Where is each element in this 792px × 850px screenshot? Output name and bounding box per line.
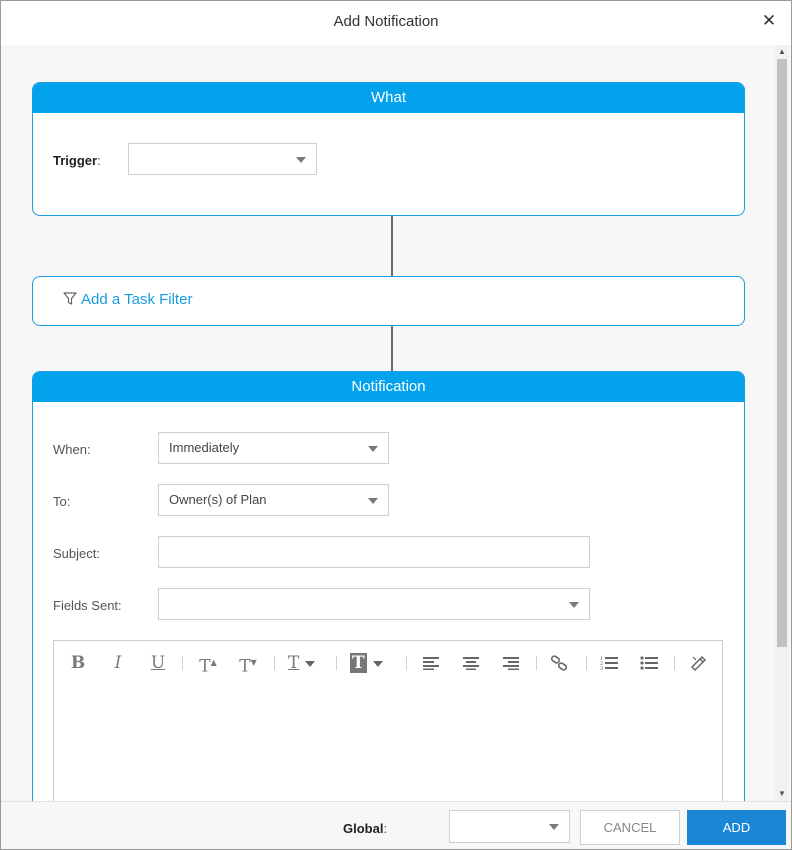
message-editor[interactable]: B I U T▲ T▼ T T 1 2 3: [53, 640, 723, 801]
when-select[interactable]: Immediately: [158, 432, 389, 464]
toolbar-separator: [182, 656, 183, 670]
dialog-title: Add Notification: [333, 13, 439, 30]
when-label: When:: [53, 442, 91, 457]
link-icon[interactable]: [550, 653, 568, 673]
subject-input[interactable]: [158, 536, 590, 568]
trigger-select[interactable]: [128, 143, 317, 175]
toolbar-separator: [586, 656, 587, 670]
what-panel-header: What: [33, 83, 744, 113]
task-filter-panel: Add a Task Filter: [32, 276, 745, 326]
cancel-button[interactable]: CANCEL: [580, 810, 680, 845]
chevron-down-icon: [368, 446, 378, 452]
global-label-text: Global: [343, 821, 384, 836]
align-left-icon[interactable]: [422, 653, 440, 673]
dialog-titlebar: Add Notification ✕: [1, 1, 791, 45]
text-color-icon[interactable]: T: [288, 653, 328, 673]
toolbar-separator: [536, 656, 537, 670]
flow-connector-2: [391, 326, 393, 371]
global-label-colon: :: [383, 821, 388, 836]
toolbar-separator: [336, 656, 337, 670]
underline-icon[interactable]: U: [148, 653, 168, 673]
chevron-down-icon: [368, 498, 378, 504]
subject-label: Subject:: [53, 546, 100, 561]
scroll-down-icon[interactable]: ▼: [775, 787, 789, 801]
filter-icon: [63, 292, 77, 305]
chevron-down-icon: [372, 660, 383, 667]
global-label: Global:: [343, 821, 387, 836]
italic-icon[interactable]: I: [108, 653, 128, 673]
subscript-icon[interactable]: T▼: [236, 653, 260, 677]
fields-sent-select[interactable]: [158, 588, 590, 620]
chevron-down-icon: [305, 660, 316, 667]
toolbar-separator: [674, 656, 675, 670]
to-select[interactable]: Owner(s) of Plan: [158, 484, 389, 516]
to-select-value: Owner(s) of Plan: [169, 492, 267, 507]
background-color-icon[interactable]: T: [350, 653, 390, 673]
fields-sent-label: Fields Sent:: [53, 598, 122, 613]
trigger-label-colon: :: [97, 153, 101, 168]
notification-panel-header: Notification: [33, 372, 744, 402]
dialog-footer: Global: CANCEL ADD: [1, 801, 791, 849]
align-right-icon[interactable]: [502, 653, 520, 673]
background-color-glyph: T: [350, 653, 367, 673]
dialog-body[interactable]: What Trigger: Add a Task Filter Notifica…: [1, 45, 775, 801]
toolbar-separator: [406, 656, 407, 670]
superscript-glyph: T: [199, 656, 211, 677]
add-task-filter-link[interactable]: Add a Task Filter: [63, 291, 192, 308]
notification-panel: Notification When: Immediately To: Owner…: [32, 371, 745, 801]
chevron-down-icon: [569, 602, 579, 608]
chevron-down-icon: [549, 824, 559, 830]
add-notification-dialog: Add Notification ✕ What Trigger: Add a T…: [0, 0, 792, 850]
to-label: To:: [53, 494, 71, 509]
text-color-glyph: T: [288, 653, 300, 673]
scrollbar-thumb[interactable]: [777, 59, 787, 647]
bold-icon[interactable]: B: [68, 653, 88, 673]
when-select-value: Immediately: [169, 440, 240, 455]
chevron-down-icon: [296, 157, 306, 163]
trigger-label: Trigger:: [53, 153, 101, 168]
subscript-glyph: T: [239, 656, 251, 677]
clear-format-icon[interactable]: [690, 653, 708, 673]
editor-toolbar: B I U T▲ T▼ T T 1 2 3: [54, 641, 722, 685]
flow-connector-1: [391, 216, 393, 276]
add-button[interactable]: ADD: [687, 810, 786, 845]
superscript-icon[interactable]: T▲: [196, 653, 220, 677]
scroll-up-icon[interactable]: ▲: [775, 45, 789, 59]
close-icon[interactable]: ✕: [761, 12, 777, 29]
toolbar-separator: [274, 656, 275, 670]
unordered-list-icon[interactable]: [640, 653, 658, 673]
vertical-scrollbar[interactable]: ▲ ▼: [775, 45, 789, 801]
trigger-label-text: Trigger: [53, 153, 98, 168]
add-task-filter-label: Add a Task Filter: [81, 291, 193, 308]
ordered-list-icon[interactable]: 123: [600, 653, 618, 673]
global-select[interactable]: [449, 810, 570, 843]
align-center-icon[interactable]: [462, 653, 480, 673]
svg-text:3: 3: [600, 666, 603, 672]
what-panel: What Trigger:: [32, 82, 745, 216]
